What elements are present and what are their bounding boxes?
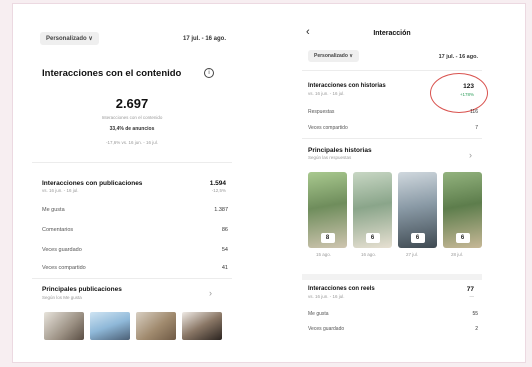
likes-value: 1.387: [214, 207, 228, 213]
reels-interactions-title: Interacciones con reels: [308, 286, 375, 292]
stories-interactions-subtitle: vs. 16 jun. - 16 jul.: [308, 91, 345, 96]
reels-interactions-value: 77: [466, 286, 474, 293]
saved-label: Veces guardado: [42, 247, 82, 253]
story-thumbnail[interactable]: 6: [398, 172, 437, 248]
section-title: Interacciones con el contenido: [42, 68, 182, 79]
divider: [32, 278, 232, 279]
reels-interactions-delta: —: [469, 294, 475, 299]
period-filter-dropdown[interactable]: Personalizado ∨: [40, 32, 99, 45]
shares-value: 7: [475, 125, 478, 131]
divider: [302, 138, 482, 139]
posts-interactions-subtitle: vs. 16 jun. - 16 jul.: [42, 188, 79, 193]
saved-value: 54: [221, 247, 228, 253]
likes-value: 55: [472, 311, 478, 317]
divider: [32, 162, 232, 163]
annotation-circle: [430, 73, 488, 113]
posts-interactions-title: Interacciones con publicaciones: [42, 180, 143, 187]
comments-label: Comentarios: [42, 227, 74, 233]
story-count: 6: [455, 233, 470, 243]
divider: [302, 274, 482, 280]
likes-label: Me gusta: [42, 207, 65, 213]
top-stories-subtitle: Según las respuestas: [308, 155, 352, 160]
comments-value: 86: [221, 227, 228, 233]
total-interactions-value: 2.697: [115, 96, 149, 111]
story-count: 8: [320, 233, 335, 243]
compare-note: -17,6% vs. 16 jun. - 16 jul.: [105, 140, 159, 145]
top-posts-title[interactable]: Principales publicaciones: [42, 286, 122, 293]
total-interactions-caption: Interacciones con el contenido: [101, 115, 163, 120]
story-date: 28 jul.: [451, 252, 464, 257]
reels-interactions-subtitle: vs. 16 jun. - 16 jul.: [308, 294, 345, 299]
ads-note: 33,4% de anuncios: [109, 126, 155, 132]
saved-label: Veces guardado: [308, 326, 345, 332]
replies-label: Respuestas: [308, 109, 335, 115]
posts-interactions-value: 1.594: [209, 180, 226, 187]
post-thumbnail-dog[interactable]: [182, 312, 222, 340]
top-stories-title[interactable]: Principales historias: [308, 147, 372, 154]
posts-interactions-delta: -12,5%: [211, 188, 226, 193]
stories-interactions-title: Interacciones con historias: [308, 83, 386, 89]
replies-value: 116: [470, 109, 478, 115]
interaction-screen: ‹ Interacción Personalizado ∨ 17 jul. - …: [302, 22, 488, 352]
story-count: 6: [410, 233, 425, 243]
story-date: 27 jul.: [406, 252, 419, 257]
shares-value: 41: [221, 265, 228, 271]
post-thumbnail-dog[interactable]: [136, 312, 176, 340]
shares-label: Veces compartido: [42, 265, 86, 271]
story-date: 15 ago.: [316, 252, 332, 257]
date-range: 17 jul. - 16 ago.: [182, 36, 226, 42]
story-thumbnail[interactable]: 6: [443, 172, 482, 248]
date-range: 17 jul. - 16 ago.: [438, 54, 478, 60]
chevron-right-icon[interactable]: ›: [469, 150, 472, 160]
content-interactions-panel: Personalizado ∨ 17 jul. - 16 ago. Intera…: [32, 22, 232, 362]
story-date: 16 ago.: [361, 252, 377, 257]
top-posts-subtitle: Según los Me gusta: [42, 295, 82, 300]
story-thumbnail[interactable]: 8: [308, 172, 347, 248]
info-icon[interactable]: i: [204, 68, 214, 78]
story-thumbnail[interactable]: 6: [353, 172, 392, 248]
likes-label: Me gusta: [308, 311, 329, 317]
story-count: 6: [365, 233, 380, 243]
screen-title: Interacción: [373, 30, 411, 37]
chevron-right-icon[interactable]: ›: [209, 288, 212, 298]
post-thumbnail-person[interactable]: [90, 312, 130, 340]
divider: [302, 70, 482, 71]
period-filter-dropdown[interactable]: Personalizado ∨: [308, 50, 359, 62]
post-thumbnail-dog[interactable]: [44, 312, 84, 340]
saved-value: 2: [475, 326, 478, 332]
shares-label: Veces compartido: [308, 125, 348, 131]
